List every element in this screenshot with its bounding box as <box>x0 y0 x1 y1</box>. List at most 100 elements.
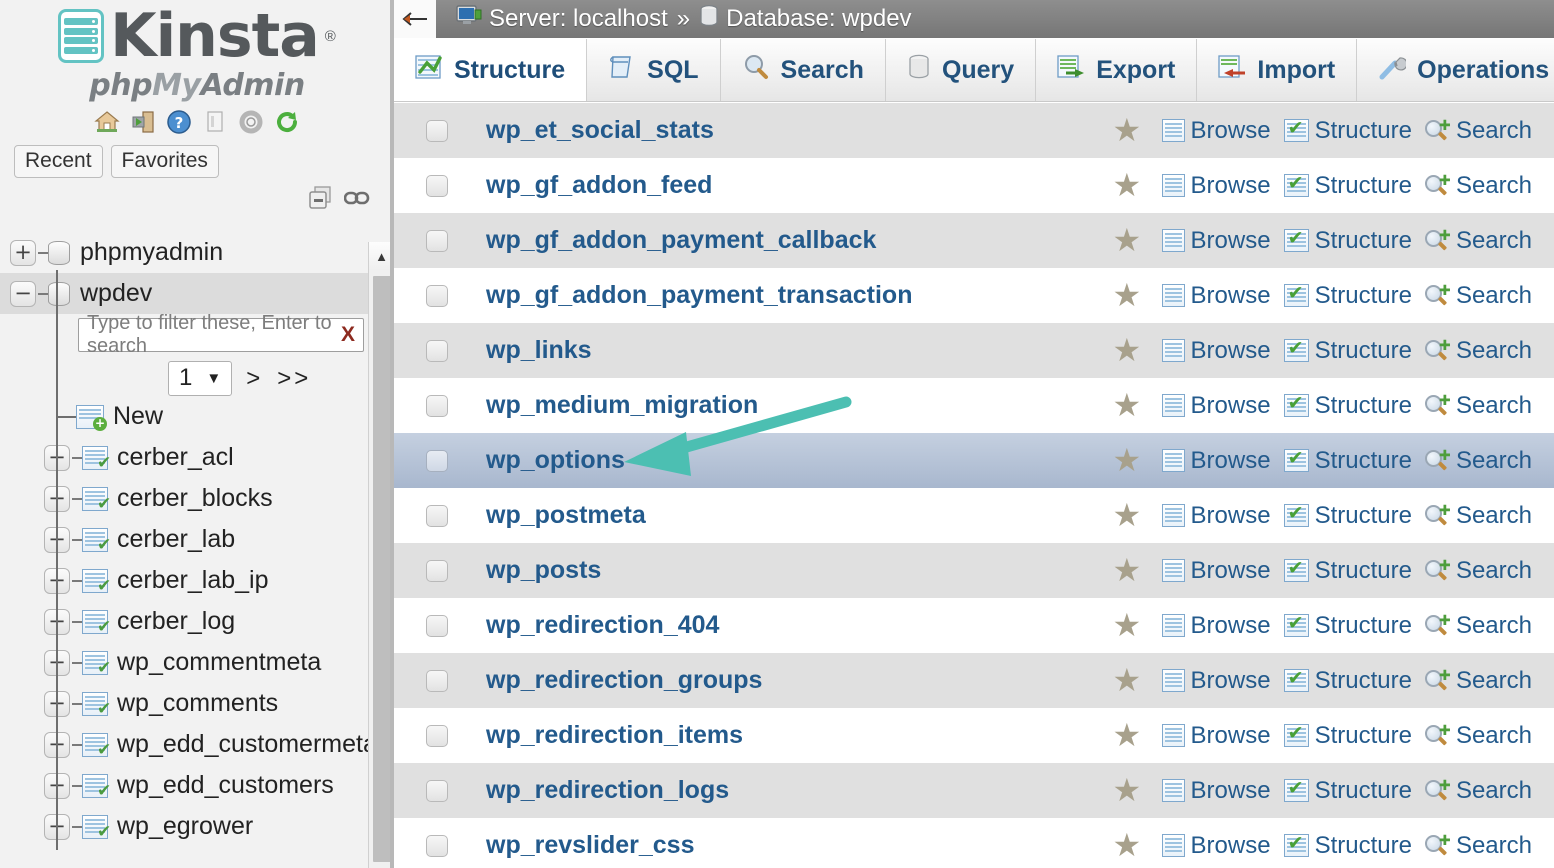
tree-table-wp_egrower[interactable]: +✔wp_egrower <box>0 806 394 847</box>
table-name-link[interactable]: wp_links <box>486 336 592 365</box>
favorite-star-icon[interactable]: ★ <box>1113 171 1143 200</box>
search-action[interactable]: ✚Search <box>1419 557 1532 585</box>
browse-action[interactable]: Browse <box>1156 502 1271 530</box>
tree-table-cerber_log[interactable]: +✔cerber_log <box>0 601 394 642</box>
tree-db-wpdev[interactable]: − wpdev <box>0 273 394 314</box>
reload-icon[interactable] <box>274 109 300 135</box>
structure-action[interactable]: ✔Structure <box>1278 282 1412 310</box>
favorite-star-icon[interactable]: ★ <box>1113 501 1143 530</box>
tree-table-wp_comments[interactable]: +✔wp_comments <box>0 683 394 724</box>
structure-action[interactable]: ✔Structure <box>1278 557 1412 585</box>
tree-table-wp_commentmeta[interactable]: +✔wp_commentmeta <box>0 642 394 683</box>
help-icon[interactable]: ? <box>166 109 192 135</box>
browse-action[interactable]: Browse <box>1156 667 1271 695</box>
table-row[interactable]: wp_redirection_items★Browse✔Structure✚Se… <box>394 708 1554 763</box>
favorite-star-icon[interactable]: ★ <box>1113 116 1143 145</box>
row-checkbox[interactable] <box>426 835 448 857</box>
favorite-star-icon[interactable]: ★ <box>1113 721 1143 750</box>
structure-action[interactable]: ✔Structure <box>1278 117 1412 145</box>
structure-action[interactable]: ✔Structure <box>1278 227 1412 255</box>
structure-action[interactable]: ✔Structure <box>1278 612 1412 640</box>
table-name-link[interactable]: wp_postmeta <box>486 501 646 530</box>
search-action[interactable]: ✚Search <box>1419 282 1532 310</box>
row-checkbox[interactable] <box>426 285 448 307</box>
row-checkbox[interactable] <box>426 615 448 637</box>
table-row[interactable]: wp_gf_addon_feed★Browse✔Structure✚Search <box>394 158 1554 213</box>
search-action[interactable]: ✚Search <box>1419 117 1532 145</box>
docs-icon[interactable] <box>202 109 228 135</box>
structure-action[interactable]: ✔Structure <box>1278 502 1412 530</box>
structure-action[interactable]: ✔Structure <box>1278 667 1412 695</box>
row-checkbox[interactable] <box>426 230 448 252</box>
search-action[interactable]: ✚Search <box>1419 502 1532 530</box>
table-name-link[interactable]: wp_revslider_css <box>486 831 694 860</box>
table-row[interactable]: wp_redirection_404★Browse✔Structure✚Sear… <box>394 598 1554 653</box>
favorite-star-icon[interactable]: ★ <box>1113 446 1143 475</box>
tab-search[interactable]: Search <box>721 39 886 101</box>
table-row[interactable]: wp_gf_addon_payment_transaction ★ Browse✔S… <box>394 268 1554 323</box>
scrollbar-thumb[interactable] <box>373 276 391 862</box>
favorite-star-icon[interactable]: ★ <box>1113 226 1143 255</box>
table-name-link[interactable]: wp_redirection_404 <box>486 611 719 640</box>
table-name-link[interactable]: wp_gf_addon_payment_transaction <box>486 281 912 310</box>
structure-action[interactable]: ✔Structure <box>1278 392 1412 420</box>
browse-action[interactable]: Browse <box>1156 117 1271 145</box>
browse-action[interactable]: Browse <box>1156 392 1271 420</box>
tree-table-cerber_acl[interactable]: +✔cerber_acl <box>0 437 394 478</box>
structure-action[interactable]: ✔Structure <box>1278 722 1412 750</box>
tab-operations[interactable]: Operations <box>1357 39 1554 101</box>
table-name-link[interactable]: wp_redirection_logs <box>486 776 729 805</box>
browse-action[interactable]: Browse <box>1156 172 1271 200</box>
recent-button[interactable]: Recent <box>14 145 103 178</box>
browse-action[interactable]: Browse <box>1156 337 1271 365</box>
table-name-link[interactable]: wp_medium_migration <box>486 391 758 420</box>
favorite-star-icon[interactable]: ★ <box>1113 281 1143 310</box>
tab-structure[interactable]: Structure <box>394 39 587 101</box>
tree-table-wp_edd_customermeta[interactable]: +✔wp_edd_customermeta <box>0 724 394 765</box>
table-row[interactable]: wp_redirection_logs★Browse✔Structure✚Sea… <box>394 763 1554 818</box>
search-action[interactable]: ✚Search <box>1419 667 1532 695</box>
table-row[interactable]: wp_et_social_stats ★ Browse✔Structure✚Sear… <box>394 103 1554 158</box>
search-action[interactable]: ✚Search <box>1419 447 1532 475</box>
row-checkbox[interactable] <box>426 395 448 417</box>
search-action[interactable]: ✚Search <box>1419 337 1532 365</box>
table-row[interactable]: wp_gf_addon_payment_callback ★ Browse✔Stru… <box>394 213 1554 268</box>
table-row[interactable]: wp_revslider_css★Browse✔Structure✚Search <box>394 818 1554 868</box>
table-name-link[interactable]: wp_gf_addon_payment_callback <box>486 226 876 255</box>
tree-db-phpmyadmin[interactable]: + phpmyadmin <box>0 232 394 273</box>
favorite-star-icon[interactable]: ★ <box>1113 831 1143 860</box>
home-icon[interactable] <box>94 109 120 135</box>
browse-action[interactable]: Browse <box>1156 282 1271 310</box>
breadcrumb-database[interactable]: Database: wpdev <box>726 5 911 33</box>
tree-table-wp_edd_customers[interactable]: +✔wp_edd_customers <box>0 765 394 806</box>
back-button[interactable] <box>394 0 436 38</box>
favorite-star-icon[interactable]: ★ <box>1113 556 1143 585</box>
row-checkbox[interactable] <box>426 120 448 142</box>
collapse-icon[interactable]: − <box>10 281 36 307</box>
tree-table-cerber_lab[interactable]: +✔cerber_lab <box>0 519 394 560</box>
table-row[interactable]: wp_postmeta ★ Browse✔Structure✚Search <box>394 488 1554 543</box>
favorites-button[interactable]: Favorites <box>111 145 219 178</box>
browse-action[interactable]: Browse <box>1156 832 1271 860</box>
page-select[interactable]: 1 ▼ <box>168 361 232 396</box>
table-row[interactable]: wp_options★Browse✔Structure✚Search <box>394 433 1554 488</box>
row-checkbox[interactable] <box>426 450 448 472</box>
browse-action[interactable]: Browse <box>1156 227 1271 255</box>
tree-item-new[interactable]: + New <box>0 396 394 437</box>
row-checkbox[interactable] <box>426 175 448 197</box>
table-row[interactable]: wp_links★Browse✔Structure✚Search <box>394 323 1554 378</box>
structure-action[interactable]: ✔Structure <box>1278 337 1412 365</box>
browse-action[interactable]: Browse <box>1156 777 1271 805</box>
table-name-link[interactable]: wp_options <box>486 446 625 475</box>
table-row[interactable]: wp_posts★Browse✔Structure✚Search <box>394 543 1554 598</box>
search-action[interactable]: ✚Search <box>1419 832 1532 860</box>
browse-action[interactable]: Browse <box>1156 447 1271 475</box>
tab-sql[interactable]: SQL <box>587 39 720 101</box>
tab-export[interactable]: Export <box>1036 39 1197 101</box>
table-name-link[interactable]: wp_et_social_stats <box>486 116 714 145</box>
filter-clear-button[interactable]: X <box>341 323 355 347</box>
table-filter-input[interactable]: Type to filter these, Enter to search X <box>78 318 364 352</box>
favorite-star-icon[interactable]: ★ <box>1113 611 1143 640</box>
row-checkbox[interactable] <box>426 505 448 527</box>
favorite-star-icon[interactable]: ★ <box>1113 666 1143 695</box>
